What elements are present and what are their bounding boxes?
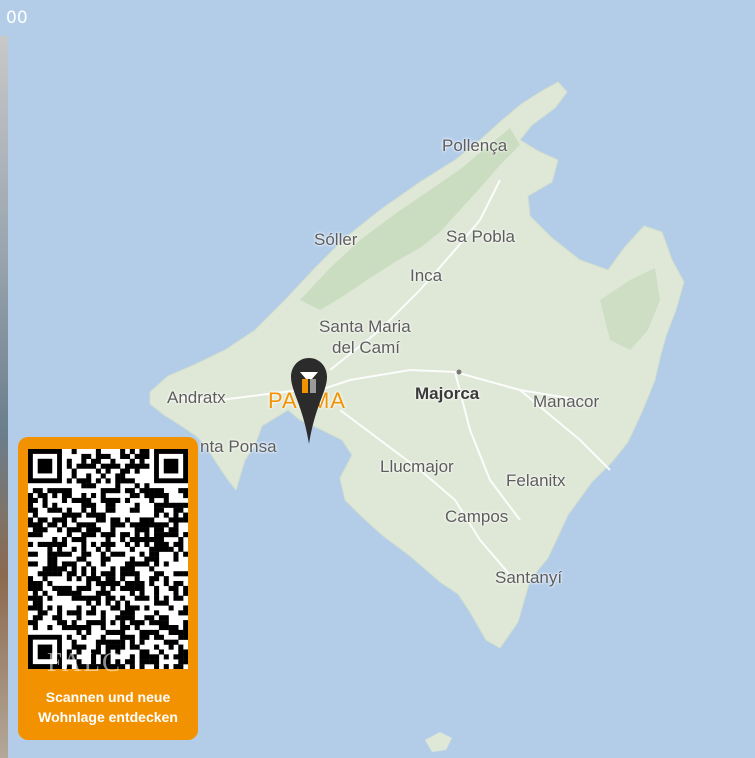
place-label-santa-maria: Santa Maria: [319, 317, 411, 336]
place-label-llucmajor: Llucmajor: [380, 457, 454, 476]
place-label-santa-ponsa: nta Ponsa: [200, 437, 277, 456]
place-label-santanyi: Santanyí: [495, 568, 563, 587]
place-label-andratx: Andratx: [167, 388, 226, 407]
place-label-pollenca: Pollença: [442, 136, 508, 155]
place-label-del-cami: del Camí: [332, 338, 401, 357]
place-label-majorca: Majorca: [415, 384, 480, 403]
qr-caption-line1: Scannen und neue: [45, 689, 171, 705]
place-label-inca: Inca: [410, 266, 443, 285]
place-label-felanitx: Felanitx: [506, 471, 566, 490]
corner-counter: 00: [6, 8, 28, 28]
qr-card[interactable]: Scannen und neue Wohnlage entdecken: [18, 437, 198, 740]
qr-caption-line2: Wohnlage entdecken: [38, 709, 178, 725]
place-label-campos: Campos: [445, 507, 509, 526]
qr-caption: Scannen und neue Wohnlage entdecken: [18, 687, 198, 727]
place-label-soller: Sóller: [314, 230, 358, 249]
map-pin-icon[interactable]: [290, 358, 328, 444]
place-label-manacor: Manacor: [533, 392, 600, 411]
place-label-sa-pobla: Sa Pobla: [446, 227, 515, 246]
falc-watermark-logo: FALC: [47, 647, 123, 677]
qr-code-icon[interactable]: [28, 449, 189, 670]
left-image-strip: [0, 36, 8, 758]
majorca-dot: [456, 369, 462, 375]
